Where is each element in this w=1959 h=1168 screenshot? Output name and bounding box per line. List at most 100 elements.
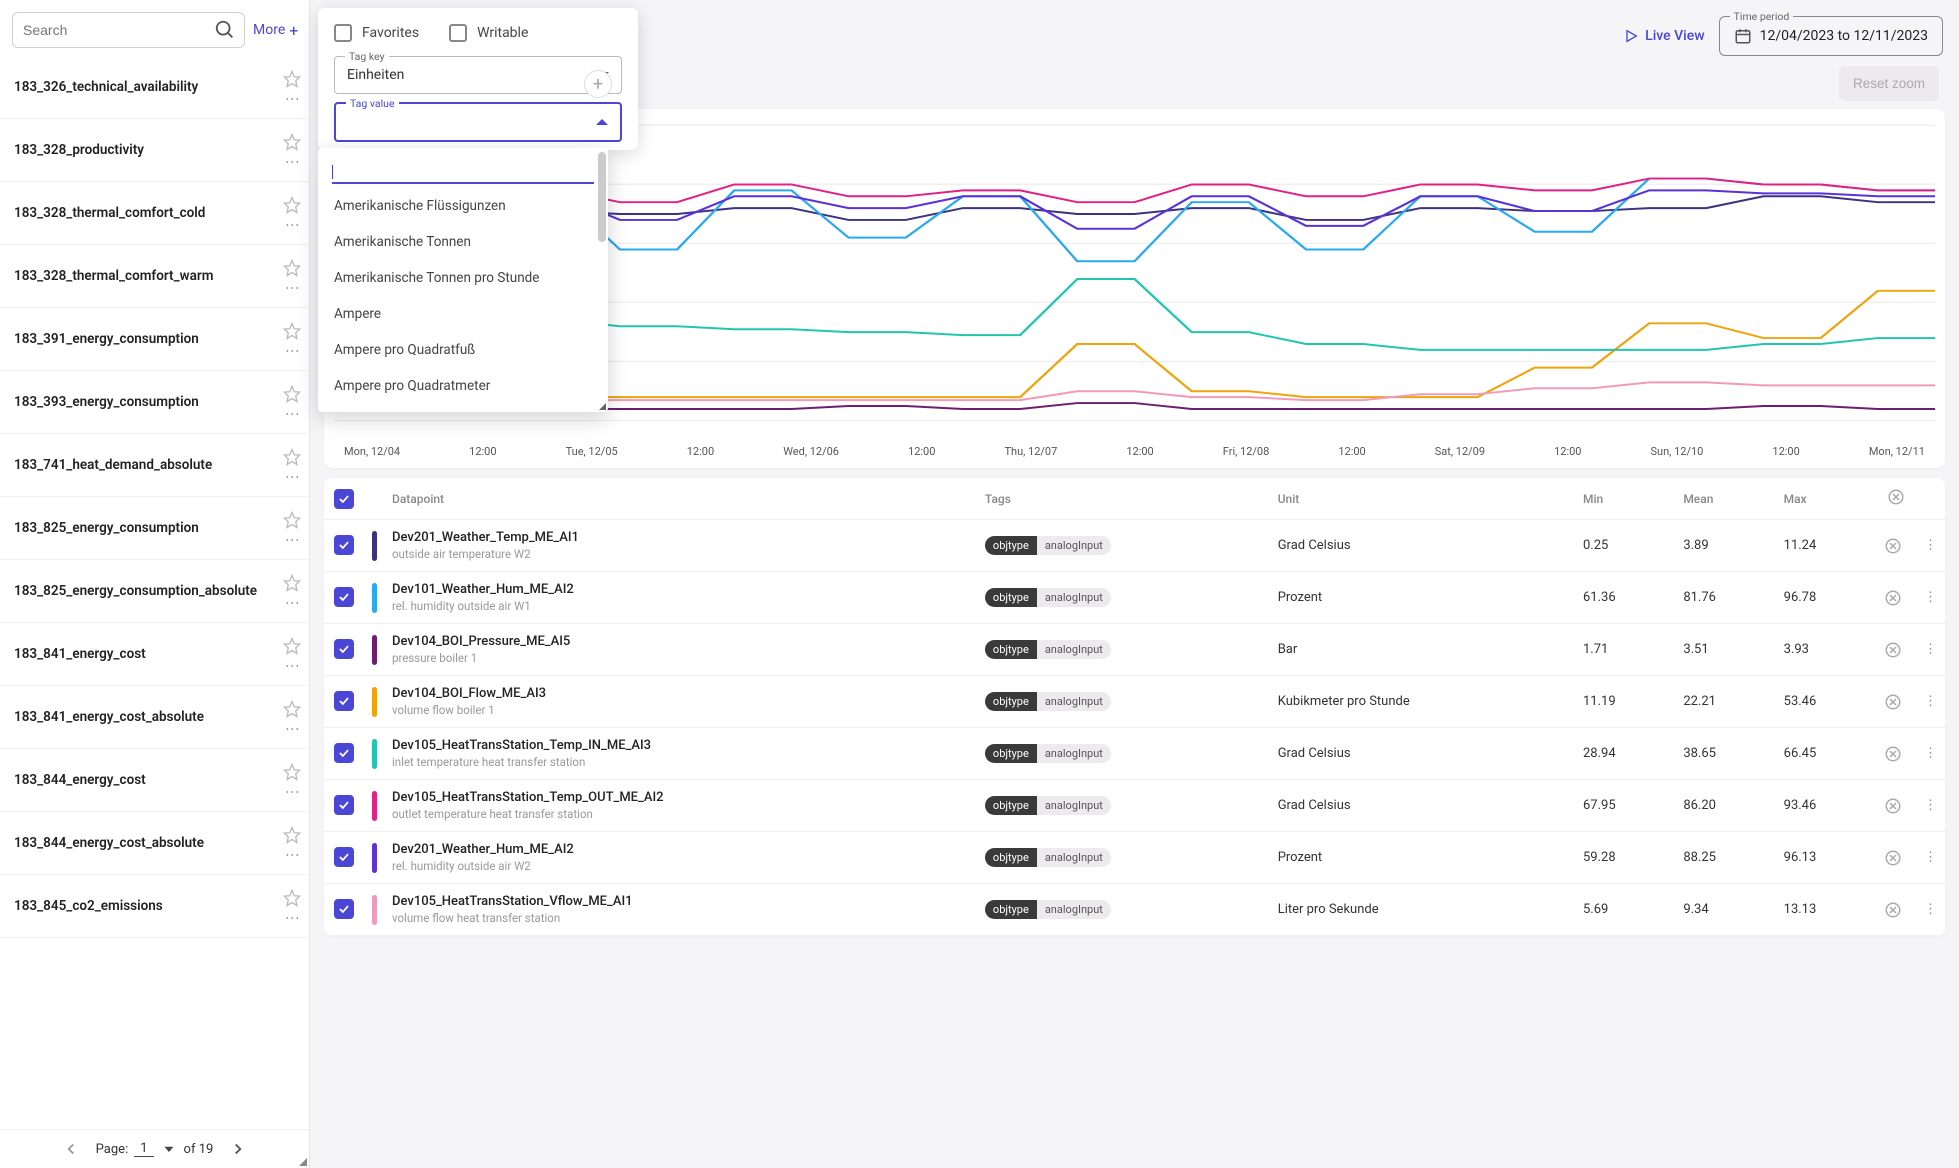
dropdown-option[interactable]: Amerikanische Tonnen	[318, 224, 608, 260]
max-cell: 11.24	[1776, 520, 1876, 572]
select-all-checkbox[interactable]	[334, 489, 354, 509]
row-menu-icon[interactable]: ⋮	[1924, 902, 1937, 917]
page-number[interactable]: 1	[134, 1141, 153, 1157]
more-actions-icon[interactable]: ⋮	[285, 533, 299, 545]
sidebar-item[interactable]: 183_741_heat_demand_absolute ⋮	[0, 434, 309, 497]
sidebar-item[interactable]: 183_328_thermal_comfort_cold ⋮	[0, 182, 309, 245]
page-next-button[interactable]	[229, 1140, 247, 1158]
star-icon[interactable]	[283, 448, 301, 466]
row-checkbox[interactable]	[334, 587, 354, 607]
more-actions-icon[interactable]: ⋮	[285, 596, 299, 608]
sidebar-item[interactable]: 183_841_energy_cost ⋮	[0, 623, 309, 686]
row-checkbox[interactable]	[334, 795, 354, 815]
star-icon[interactable]	[283, 70, 301, 88]
sidebar-item[interactable]: 183_393_energy_consumption ⋮	[0, 371, 309, 434]
tag-value-select[interactable]: Tag value	[334, 102, 622, 142]
row-checkbox[interactable]	[334, 743, 354, 763]
more-actions-icon[interactable]: ⋮	[285, 155, 299, 167]
star-icon[interactable]	[283, 637, 301, 655]
row-checkbox[interactable]	[334, 691, 354, 711]
writable-checkbox[interactable]: Writable	[449, 24, 528, 42]
reset-zoom-button[interactable]: Reset zoom	[1839, 66, 1939, 101]
more-actions-icon[interactable]: ⋮	[285, 722, 299, 734]
sidebar-item[interactable]: 183_844_energy_cost_absolute ⋮	[0, 812, 309, 875]
star-icon[interactable]	[283, 133, 301, 151]
remove-row-icon[interactable]	[1884, 537, 1902, 555]
more-actions-icon[interactable]: ⋮	[285, 218, 299, 230]
scrollbar-thumb[interactable]	[598, 152, 606, 242]
star-icon[interactable]	[283, 196, 301, 214]
sidebar-item[interactable]: 183_844_energy_cost ⋮	[0, 749, 309, 812]
dropdown-option[interactable]: Amerikanische Tonnen pro Stunde	[318, 260, 608, 296]
star-icon[interactable]	[283, 574, 301, 592]
datapoint-name: Dev201_Weather_Hum_ME_AI2	[392, 842, 969, 857]
sidebar-item[interactable]: 183_328_productivity ⋮	[0, 119, 309, 182]
remove-row-icon[interactable]	[1884, 641, 1902, 659]
row-checkbox[interactable]	[334, 639, 354, 659]
remove-row-icon[interactable]	[1884, 589, 1902, 607]
remove-all-icon[interactable]	[1887, 488, 1905, 506]
row-menu-icon[interactable]: ⋮	[1924, 642, 1937, 657]
x-tick-label: Tue, 12/05	[566, 445, 618, 458]
more-actions-icon[interactable]: ⋮	[285, 848, 299, 860]
page-dropdown-icon[interactable]	[160, 1140, 178, 1158]
search-input[interactable]	[13, 22, 214, 38]
remove-row-icon[interactable]	[1884, 797, 1902, 815]
star-icon[interactable]	[283, 700, 301, 718]
row-menu-icon[interactable]: ⋮	[1924, 538, 1937, 553]
star-icon[interactable]	[283, 259, 301, 277]
page-prev-button[interactable]	[62, 1140, 80, 1158]
dropdown-search-input[interactable]	[332, 162, 594, 184]
more-actions-icon[interactable]: ⋮	[285, 785, 299, 797]
more-actions-icon[interactable]: ⋮	[285, 344, 299, 356]
row-menu-icon[interactable]: ⋮	[1924, 590, 1937, 605]
sidebar-item[interactable]: 183_391_energy_consumption ⋮	[0, 308, 309, 371]
row-menu-icon[interactable]: ⋮	[1924, 798, 1937, 813]
star-icon[interactable]	[283, 511, 301, 529]
time-period-selector[interactable]: Time period 12/04/2023 to 12/11/2023	[1719, 16, 1943, 56]
remove-row-icon[interactable]	[1884, 849, 1902, 867]
add-filter-button[interactable]: +	[584, 70, 612, 98]
sidebar-item[interactable]: 183_825_energy_consumption ⋮	[0, 497, 309, 560]
resize-handle[interactable]	[599, 403, 606, 410]
unit-cell: Grad Celsius	[1270, 520, 1575, 572]
row-menu-icon[interactable]: ⋮	[1924, 694, 1937, 709]
mean-cell: 88.25	[1675, 832, 1775, 884]
sidebar-item[interactable]: 183_845_co2_emissions ⋮	[0, 875, 309, 938]
more-actions-icon[interactable]: ⋮	[285, 659, 299, 671]
more-actions-icon[interactable]: ⋮	[285, 470, 299, 482]
remove-row-icon[interactable]	[1884, 745, 1902, 763]
dropdown-option[interactable]: Ampere pro Quadratfuß	[318, 332, 608, 368]
dropdown-option[interactable]: Ampere pro Quadratmeter	[318, 368, 608, 404]
row-checkbox[interactable]	[334, 535, 354, 555]
dropdown-option[interactable]: Ampere	[318, 296, 608, 332]
sidebar-item[interactable]: 183_326_technical_availability ⋮	[0, 56, 309, 119]
search-field[interactable]	[12, 12, 245, 48]
sidebar-item[interactable]: 183_328_thermal_comfort_warm ⋮	[0, 245, 309, 308]
row-checkbox[interactable]	[334, 847, 354, 867]
unit-cell: Grad Celsius	[1270, 728, 1575, 780]
star-icon[interactable]	[283, 322, 301, 340]
remove-row-icon[interactable]	[1884, 693, 1902, 711]
resize-handle[interactable]	[299, 1158, 307, 1166]
sidebar-item[interactable]: 183_825_energy_consumption_absolute ⋮	[0, 560, 309, 623]
more-link[interactable]: More +	[253, 21, 298, 40]
star-icon[interactable]	[283, 889, 301, 907]
star-icon[interactable]	[283, 385, 301, 403]
more-actions-icon[interactable]: ⋮	[285, 281, 299, 293]
tag-key-select[interactable]: Tag key Einheiten	[334, 56, 622, 94]
more-actions-icon[interactable]: ⋮	[285, 92, 299, 104]
star-icon[interactable]	[283, 763, 301, 781]
sidebar-item[interactable]: 183_841_energy_cost_absolute ⋮	[0, 686, 309, 749]
dropdown-option[interactable]: Amerikanische Flüssigunzen	[318, 188, 608, 224]
row-menu-icon[interactable]: ⋮	[1924, 746, 1937, 761]
row-menu-icon[interactable]: ⋮	[1924, 850, 1937, 865]
more-actions-icon[interactable]: ⋮	[285, 407, 299, 419]
more-actions-icon[interactable]: ⋮	[285, 911, 299, 923]
remove-row-icon[interactable]	[1884, 901, 1902, 919]
favorites-checkbox[interactable]: Favorites	[334, 24, 419, 42]
row-checkbox[interactable]	[334, 899, 354, 919]
datapoint-name: Dev201_Weather_Temp_ME_AI1	[392, 530, 969, 545]
star-icon[interactable]	[283, 826, 301, 844]
live-view-button[interactable]: Live View	[1623, 28, 1704, 44]
